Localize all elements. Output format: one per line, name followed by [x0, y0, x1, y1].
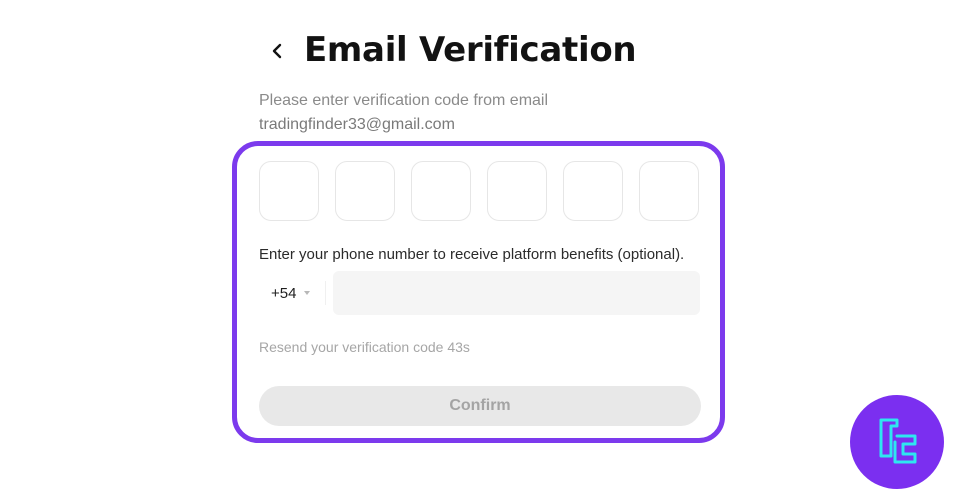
phone-number-input[interactable]	[333, 271, 700, 315]
back-button[interactable]	[262, 36, 292, 66]
resend-countdown: Resend your verification code 43s	[259, 339, 470, 355]
code-digit-input[interactable]	[259, 161, 319, 221]
verification-code-inputs	[259, 161, 699, 221]
phone-label: Enter your phone number to receive platf…	[259, 246, 685, 263]
code-digit-input[interactable]	[335, 161, 395, 221]
caret-down-icon	[304, 291, 311, 295]
verification-instructions: Please enter verification code from emai…	[259, 90, 548, 136]
country-code-select[interactable]: +54	[259, 271, 325, 315]
country-code-value: +54	[271, 284, 297, 302]
page-title: Email Verification	[304, 30, 637, 70]
confirm-button[interactable]: Confirm	[259, 386, 701, 426]
code-digit-input[interactable]	[487, 161, 547, 221]
divider	[325, 281, 326, 305]
code-digit-input[interactable]	[411, 161, 471, 221]
tradingfinder-logo-icon	[879, 418, 917, 464]
chevron-left-icon	[272, 43, 282, 59]
watermark-logo	[850, 395, 944, 489]
email-address: tradingfinder33@gmail.com	[259, 116, 455, 133]
code-digit-input[interactable]	[639, 161, 699, 221]
instruction-text: Please enter verification code from emai…	[259, 92, 549, 109]
code-digit-input[interactable]	[563, 161, 623, 221]
